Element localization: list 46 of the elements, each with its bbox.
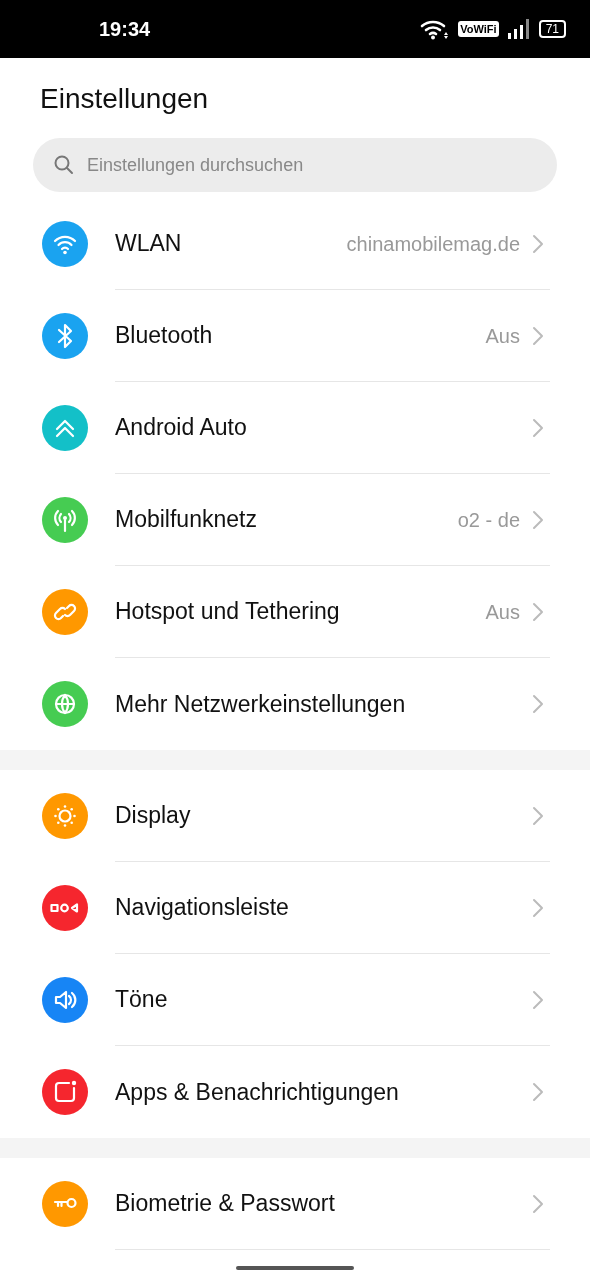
chevron-right-icon: [532, 325, 544, 346]
settings-row[interactable]: Biometrie & Passwort: [0, 1158, 590, 1250]
setting-label: Navigationsleiste: [115, 893, 290, 923]
settings-row[interactable]: WLAN chinamobilemag.de: [0, 198, 590, 290]
settings-row[interactable]: Navigationsleiste: [0, 862, 590, 954]
search-icon: [53, 154, 75, 176]
chevron-right-icon: [532, 417, 544, 438]
setting-value: o2 - de: [457, 507, 520, 533]
chevron-right-icon: [532, 1082, 544, 1102]
settings-row[interactable]: Töne: [0, 954, 590, 1046]
setting-label: WLAN: [115, 229, 183, 259]
settings-row[interactable]: Mobilfunknetz o2 - de: [0, 474, 590, 566]
chevron-right-icon: [532, 601, 544, 622]
setting-label: Mobilfunknetz: [115, 505, 258, 535]
vowifi-badge: VoWiFi: [458, 21, 499, 37]
settings-row[interactable]: Hotspot und Tethering Aus: [0, 566, 590, 658]
cell-signal-icon: [506, 18, 531, 40]
settings-row[interactable]: Apps & Benachrichtigungen: [0, 1046, 590, 1138]
settings-row[interactable]: Display: [0, 770, 590, 862]
clock-time: 19:34: [99, 17, 151, 42]
setting-label: Android Auto: [115, 413, 248, 443]
battery-indicator: 71: [538, 20, 566, 38]
setting-label: Display: [115, 801, 192, 831]
setting-value: Aus: [485, 599, 520, 625]
wifi-signal-icon: [420, 18, 451, 40]
setting-label: Bluetooth: [115, 321, 214, 351]
search-field[interactable]: Einstellungen durchsuchen: [33, 138, 557, 192]
settings-row[interactable]: Android Auto: [0, 382, 590, 474]
chevron-right-icon: [532, 233, 544, 254]
settings-row[interactable]: Mehr Netzwerkeinstellungen: [0, 658, 590, 750]
chevron-right-icon: [532, 989, 544, 1010]
home-indicator[interactable]: [236, 1266, 354, 1270]
chevron-right-icon: [532, 1193, 544, 1214]
setting-label: Mehr Netzwerkeinstellungen: [115, 689, 407, 719]
setting-value: Aus: [485, 323, 520, 349]
chevron-right-icon: [532, 694, 544, 714]
setting-label: Biometrie & Passwort: [115, 1189, 336, 1219]
setting-label: Töne: [115, 985, 169, 1015]
chevron-right-icon: [532, 509, 544, 530]
page-title: Einstellungen: [39, 82, 210, 116]
chevron-right-icon: [532, 805, 544, 826]
settings-row[interactable]: Bluetooth Aus: [0, 290, 590, 382]
setting-value: chinamobilemag.de: [346, 231, 520, 257]
setting-label: Hotspot und Tethering: [115, 597, 341, 627]
chevron-right-icon: [532, 897, 544, 918]
setting-label: Apps & Benachrichtigungen: [115, 1077, 400, 1107]
